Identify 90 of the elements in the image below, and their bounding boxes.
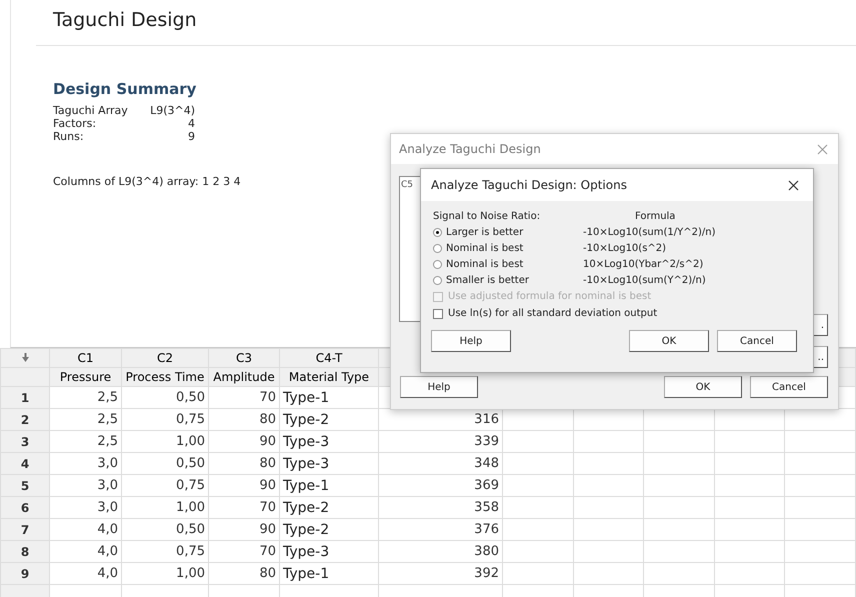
- dialog-button[interactable]: Cancel: [717, 330, 797, 352]
- summary-label: Taguchi Array: [53, 104, 129, 117]
- table-cell: 0,50: [122, 386, 208, 408]
- table-cell: 2,5: [50, 386, 122, 408]
- formula-text: -10×Log10(sum(Y^2)/n): [583, 274, 707, 288]
- formula-text: 10×Log10(Ybar^2/s^2): [583, 258, 704, 272]
- table-cell: 4,0: [50, 562, 122, 584]
- table-cell: 90: [208, 430, 280, 452]
- column-name: Process Time: [122, 368, 208, 386]
- dialog-button[interactable]: Help: [431, 330, 511, 352]
- column-header[interactable]: C4-T: [280, 348, 378, 368]
- table-cell: Type-1: [280, 474, 378, 496]
- section-heading: Design Summary: [53, 80, 198, 98]
- table-cell: 380: [378, 540, 502, 562]
- table-cell: 70: [208, 496, 280, 518]
- column-name: Amplitude: [208, 368, 280, 386]
- arrow-down-icon[interactable]: [22, 353, 28, 362]
- row-number[interactable]: 8: [0, 540, 50, 562]
- dialog-button[interactable]: Help: [400, 376, 478, 398]
- table-cell: 3,0: [50, 474, 122, 496]
- table-cell: Type-2: [280, 408, 378, 430]
- row-number[interactable]: 7: [0, 518, 50, 540]
- table-cell: 80: [208, 408, 280, 430]
- row-number[interactable]: 5: [0, 474, 50, 496]
- radio-button[interactable]: Smaller is better: [433, 273, 583, 288]
- table-cell: Type-3: [280, 540, 378, 562]
- table-cell: Type-2: [280, 518, 378, 540]
- column-name: Pressure: [50, 368, 122, 386]
- table-cell: Type-1: [280, 562, 378, 584]
- table-cell: 369: [378, 474, 502, 496]
- row-number[interactable]: 1: [0, 386, 50, 408]
- column-label: Formula: [634, 210, 676, 224]
- table-cell: 90: [208, 474, 280, 496]
- column-header[interactable]: C1: [50, 348, 122, 368]
- table-cell: 70: [208, 540, 280, 562]
- column-header[interactable]: C3: [208, 348, 280, 368]
- table-cell: 2,5: [50, 430, 122, 452]
- radio-button[interactable]: Nominal is best: [433, 257, 583, 272]
- radio-button[interactable]: Larger is better: [433, 225, 583, 240]
- table-cell: 3,0: [50, 452, 122, 474]
- list-item[interactable]: C5: [400, 179, 414, 191]
- output-title: Taguchi Design: [53, 8, 198, 33]
- summary-value: 9: [187, 130, 196, 143]
- row-number[interactable]: 6: [0, 496, 50, 518]
- table-cell: 0,50: [122, 452, 208, 474]
- dialog-button[interactable]: Cancel: [750, 376, 828, 398]
- dialog-title: Analyze Taguchi Design: Options: [431, 178, 627, 192]
- table-cell: 339: [378, 430, 502, 452]
- table-cell: 392: [378, 562, 502, 584]
- table-cell: 4,0: [50, 518, 122, 540]
- row-number[interactable]: 4: [0, 452, 50, 474]
- table-cell: 1,00: [122, 562, 208, 584]
- table-cell: 1,00: [122, 496, 208, 518]
- table-cell: 0,75: [122, 474, 208, 496]
- table-cell: 70: [208, 386, 280, 408]
- table-cell: 348: [378, 452, 502, 474]
- row-number[interactable]: 9: [0, 562, 50, 584]
- table-cell: 2,5: [50, 408, 122, 430]
- dialog-title: Analyze Taguchi Design: [399, 142, 541, 156]
- formula-text: -10×Log10(sum(1/Y^2)/n): [583, 226, 716, 240]
- table-cell: Type-3: [280, 452, 378, 474]
- output-text: Columns of L9(3^4) array: 1 2 3 4: [53, 175, 241, 188]
- table-cell: 4,0: [50, 540, 122, 562]
- table-cell: 376: [378, 518, 502, 540]
- row-number[interactable]: 3: [0, 430, 50, 452]
- summary-value: 4: [187, 117, 196, 130]
- table-cell: 3,0: [50, 496, 122, 518]
- table-cell: 80: [208, 562, 280, 584]
- dialog-button[interactable]: OK: [629, 330, 709, 352]
- summary-label: Runs:: [53, 130, 85, 143]
- table-cell: 358: [378, 496, 502, 518]
- table-cell: 0,75: [122, 540, 208, 562]
- table-cell: 0,50: [122, 518, 208, 540]
- column-header[interactable]: C2: [122, 348, 208, 368]
- row-number[interactable]: 2: [0, 408, 50, 430]
- table-cell: 1,00: [122, 430, 208, 452]
- radio-button[interactable]: Nominal is best: [433, 241, 583, 256]
- summary-label: Factors:: [53, 117, 98, 130]
- column-name: Material Type: [280, 368, 378, 386]
- close-icon[interactable]: [788, 180, 799, 190]
- table-cell: Type-3: [280, 430, 378, 452]
- table-cell: 80: [208, 452, 280, 474]
- table-cell: Type-1: [280, 386, 378, 408]
- table-cell: 0,75: [122, 408, 208, 430]
- dialog-button[interactable]: OK: [664, 376, 742, 398]
- formula-text: -10×Log10(s^2): [583, 242, 668, 256]
- table-cell: 90: [208, 518, 280, 540]
- table-cell: Type-2: [280, 496, 378, 518]
- group-label: Signal to Noise Ratio:: [433, 210, 542, 224]
- summary-value: L9(3^4): [149, 104, 196, 117]
